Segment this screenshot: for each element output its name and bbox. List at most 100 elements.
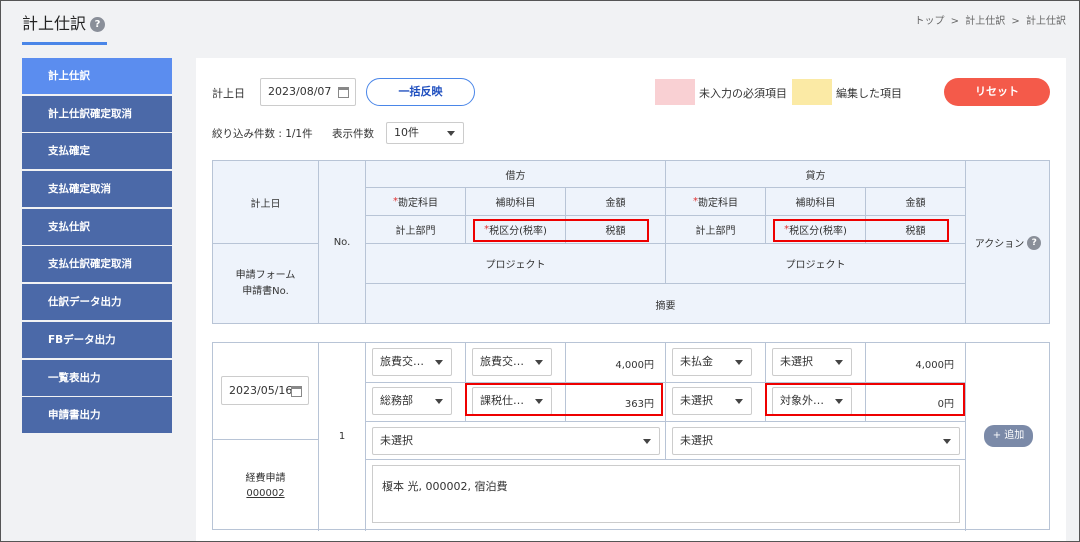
sidebar-item-fb-export[interactable]: FBデータ出力 [22,321,172,358]
credit-department-select[interactable]: 未選択 [672,387,752,415]
page-title: 計上仕訳? [22,10,106,34]
sidebar-item-application-export[interactable]: 申請書出力 [22,397,172,434]
breadcrumb-current: 計上仕訳 [1026,16,1066,27]
header-debit-account: * 勘定科目 [366,188,466,216]
header-debit-sub-account: 補助科目 [466,188,566,216]
calendar-icon[interactable] [291,386,302,397]
page-title-text: 計上仕訳 [22,14,87,33]
legend-required: 未入力の必須項目 [699,87,787,100]
sidebar-item-posting-journal[interactable]: 計上仕訳 [22,58,172,94]
sidebar-item-posting-cancel[interactable]: 計上仕訳確定取消 [22,95,172,132]
credit-account-value: 未払金 [680,355,713,368]
posting-date-value: 2023/08/07 [268,85,332,98]
chevron-down-icon [447,131,455,136]
chevron-down-icon [435,360,443,365]
chevron-down-icon [643,439,651,444]
sidebar-item-list-export[interactable]: 一覧表出力 [22,359,172,396]
header-debit-amount: 金額 [566,188,666,216]
per-page-label: 表示件数 [332,128,374,140]
header-action: アクション? [966,161,1050,324]
breadcrumb-top[interactable]: トップ [914,16,944,27]
per-page-value: 10件 [394,126,419,139]
header-debit-project: プロジェクト [366,244,666,284]
filter-count: 絞り込み件数 : 1/1件 [212,128,313,140]
row-form-number-link[interactable]: 000002 [213,486,318,501]
posting-date-input[interactable]: 2023/08/07 [260,78,356,106]
credit-tax-amount[interactable]: 0円 [866,395,954,410]
credit-project-value: 未選択 [680,434,713,447]
debit-project-select[interactable]: 未選択 [372,427,660,455]
chevron-down-icon [735,360,743,365]
legend-edited: 編集した項目 [836,87,902,100]
debit-tax-class-select[interactable]: 課税仕… [472,387,552,415]
journal-header-table: 計上日 申請フォーム 申請書No. No. 借方 貸方 * 勘定科目 補助科目 金… [212,160,1050,324]
reset-button[interactable]: リセット [944,78,1050,106]
sidebar-item-journal-export[interactable]: 仕訳データ出力 [22,284,172,321]
add-row-button[interactable]: + 追加 [984,425,1033,447]
header-debit: 借方 [366,161,666,188]
header-debit-department: 計上部門 [366,216,466,244]
debit-department-select[interactable]: 総務部 [372,387,452,415]
header-credit-account: * 勘定科目 [666,188,766,216]
debit-project-value: 未選択 [380,434,413,447]
debit-account-select[interactable]: 旅費交… [372,348,452,376]
credit-project-select[interactable]: 未選択 [672,427,960,455]
credit-sub-account-select[interactable]: 未選択 [772,348,852,376]
header-credit-account-label: 勘定科目 [698,198,738,209]
header-action-label: アクション [974,239,1025,250]
row-no: 1 [338,431,346,442]
debit-sub-account-select[interactable]: 旅費交… [472,348,552,376]
header-credit-tax-class-label: 税区分(税率) [789,226,847,237]
header-debit-account-label: 勘定科目 [398,198,438,209]
breadcrumb-separator: > [1011,16,1020,27]
header-credit: 貸方 [666,161,966,188]
credit-tax-class-select[interactable]: 対象外… [772,387,852,415]
debit-sub-account-value: 旅費交… [480,355,524,368]
debit-department-value: 総務部 [380,394,413,407]
title-underline [22,42,107,45]
header-credit-sub-account: 補助科目 [766,188,866,216]
bulk-apply-button[interactable]: 一括反映 [366,78,475,106]
sidebar-item-payment-confirm[interactable]: 支払確定 [22,133,172,170]
header-form: 申請フォーム 申請書No. [213,244,319,324]
sidebar: 計上仕訳 計上仕訳確定取消 支払確定 支払確定取消 支払仕訳 支払仕訳確定取消 … [22,58,172,435]
credit-department-value: 未選択 [680,394,713,407]
journal-row: 2023/05/16 経費申請 000002 1 旅費交… 旅費交… 4,000… [212,342,1050,531]
header-credit-department: 計上部門 [666,216,766,244]
calendar-icon[interactable] [338,87,349,98]
chevron-down-icon [535,399,543,404]
debit-account-value: 旅費交… [380,355,424,368]
required-swatch [655,79,695,105]
sidebar-item-payment-journal-cancel[interactable]: 支払仕訳確定取消 [22,246,172,283]
help-icon[interactable]: ? [1027,235,1042,250]
summary-textarea[interactable]: 榎本 光, 000002, 宿泊費 [372,465,960,523]
row-date-value: 2023/05/16 [229,384,293,397]
chevron-down-icon [535,360,543,365]
header-credit-amount: 金額 [866,188,966,216]
credit-amount[interactable]: 4,000円 [866,356,954,371]
row-date-input[interactable]: 2023/05/16 [221,376,309,405]
header-credit-project: プロジェクト [666,244,966,284]
date-label: 計上日 [212,87,245,100]
main-panel: 計上日 2023/08/07 一括反映 未入力の必須項目 編集した項目 リセット… [196,58,1066,542]
sidebar-item-payment-journal[interactable]: 支払仕訳 [22,208,172,245]
header-posting-date: 計上日 [213,161,319,244]
chevron-down-icon [835,399,843,404]
header-form-no: 申請書No. [242,286,289,297]
row-form: 経費申請 000002 [213,471,318,501]
credit-account-select[interactable]: 未払金 [672,348,752,376]
header-credit-tax-class: * 税区分(税率) [766,216,866,244]
sidebar-item-payment-cancel[interactable]: 支払確定取消 [22,171,172,208]
help-icon[interactable]: ? [90,17,106,32]
page-header: 計上仕訳? トップ > 計上仕訳 > 計上仕訳 [0,0,1080,48]
breadcrumb-separator: > [950,16,960,27]
debit-amount[interactable]: 4,000円 [566,356,654,371]
header-summary: 摘要 [366,284,966,324]
breadcrumb-posting[interactable]: 計上仕訳 [965,16,1005,27]
per-page-select[interactable]: 10件 [386,122,464,144]
chevron-down-icon [435,399,443,404]
header-credit-tax-amount: 税額 [866,216,966,244]
header-no: No. [319,161,366,324]
debit-tax-class-value: 課税仕… [480,394,524,407]
debit-tax-amount[interactable]: 363円 [566,395,654,410]
